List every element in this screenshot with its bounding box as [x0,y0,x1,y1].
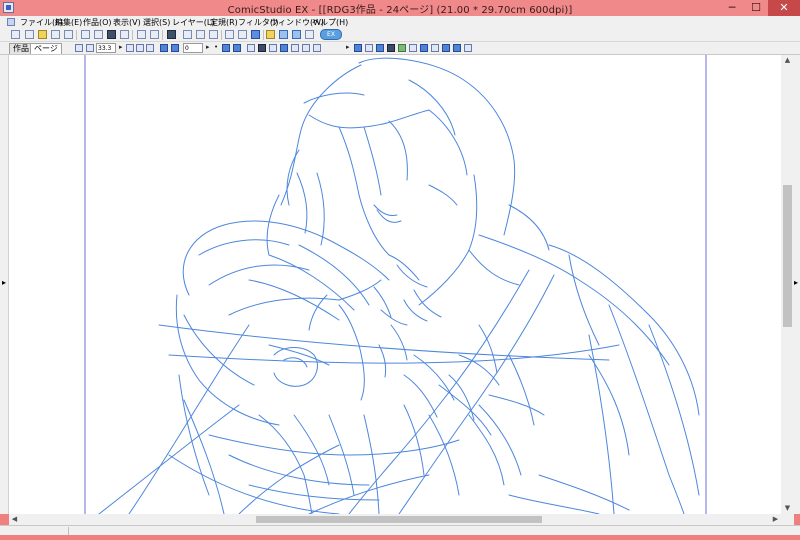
menu-bar: ファイル(F) 編集(E) 作品(O) 表示(V) 選択(S) レイヤー(L) … [0,16,800,28]
ruler-icon[interactable] [238,30,247,39]
spread-view-icon[interactable] [196,30,205,39]
menu-layer[interactable]: レイヤー(L) [172,17,214,28]
minimize-button[interactable]: ─ [720,0,744,16]
angle-step-icon[interactable]: • [214,43,218,51]
snap-icon[interactable] [313,44,321,52]
ex-badge[interactable]: EX [320,29,342,40]
maximize-button[interactable]: ☐ [744,0,768,16]
window-title: ComicStudio EX - [[RDG3作品 - 24ページ] (21.0… [227,5,573,16]
scroll-left-icon[interactable]: ◀ [9,514,20,525]
pencil-tool-icon[interactable] [398,44,406,52]
menu-edit[interactable]: 編集(E) [55,17,82,28]
menu-select[interactable]: 選択(S) [143,17,170,28]
rotate-right-icon[interactable] [171,44,179,52]
zoom-out-icon[interactable] [136,44,144,52]
panel-toggle-icon[interactable] [464,44,472,52]
table-tool-icon[interactable] [453,44,461,52]
guide-icon[interactable] [280,44,288,52]
tab-page[interactable]: ページ✕ [30,43,62,63]
pattern-tool-icon[interactable] [442,44,450,52]
scroll-down-icon[interactable]: ▼ [781,503,794,514]
tab-sakuhin-label: 作品 [13,44,29,53]
gradient-tool-icon[interactable] [431,44,439,52]
undo-icon[interactable] [137,30,146,39]
save-icon[interactable] [51,30,60,39]
print-icon[interactable] [167,30,176,39]
status-bar [0,525,800,540]
angle-input[interactable]: 0 [183,43,203,53]
window-layout-2-icon[interactable] [292,30,301,39]
new-file-icon[interactable] [11,30,20,39]
flip-vertical-icon[interactable] [233,44,241,52]
scroll-right-icon[interactable]: ▶ [770,514,781,525]
rotate-left-icon[interactable] [160,44,168,52]
vertical-scrollbar[interactable]: ▲ ▼ [781,55,794,514]
new-page-icon[interactable] [25,30,34,39]
status-cell [8,527,69,535]
actual-size-icon[interactable] [146,44,154,52]
close-button[interactable]: ✕ [768,0,800,16]
tone-tool-icon[interactable] [420,44,428,52]
flip-horizontal-icon[interactable] [222,44,230,52]
tab-page-label: ページ [34,44,58,53]
zoom-in-icon[interactable] [126,44,134,52]
ruler-tool-icon[interactable] [365,44,373,52]
vertical-scroll-thumb[interactable] [783,185,792,327]
expand-right-icon[interactable]: ▸ [794,278,798,287]
zoom-input[interactable]: 33.3 [96,43,116,53]
color-palette-icon[interactable] [251,30,260,39]
menu-view[interactable]: 表示(V) [113,17,141,28]
cut-icon[interactable] [81,30,90,39]
page-view-icon[interactable] [183,30,192,39]
save-as-icon[interactable] [64,30,73,39]
expand-left-icon[interactable]: ▸ [2,278,6,287]
sketch-artwork [84,55,707,514]
window-layout-3-icon[interactable] [305,30,314,39]
transparency-icon[interactable] [302,44,310,52]
main-toolbar [0,28,800,42]
fill-tool-icon[interactable] [387,44,395,52]
left-panel-rail[interactable]: ▸ [0,55,9,514]
copy-icon[interactable] [94,30,103,39]
title-bar: ComicStudio EX - [[RDG3作品 - 24ページ] (21.0… [0,0,800,16]
sketch-lines [98,57,700,514]
menu-ruler[interactable]: 定規(R) [210,17,238,28]
status-bar-inner [0,525,800,535]
pen-tool-icon[interactable] [354,44,362,52]
horizontal-scrollbar[interactable]: ◀ ▶ [9,514,781,525]
menu-work[interactable]: 作品(O) [83,17,112,28]
drawing-canvas[interactable] [9,55,781,514]
scroll-corner [781,514,794,525]
tools-dropdown-icon[interactable]: ▸ [346,43,350,51]
reset-view-icon[interactable] [258,44,266,52]
open-folder-icon[interactable] [38,30,47,39]
fit-page-icon[interactable] [86,44,94,52]
document-icon[interactable] [7,18,15,26]
angle-dropdown-icon[interactable]: ▸ [206,43,210,51]
delete-icon[interactable] [120,30,129,39]
eraser-tool-icon[interactable] [409,44,417,52]
bleed-icon[interactable] [269,44,277,52]
brush-tool-icon[interactable] [376,44,384,52]
frame-border-icon[interactable] [247,44,255,52]
right-panel-rail[interactable]: ▸ [794,55,800,514]
grid-toggle-icon[interactable] [291,44,299,52]
navigator-icon[interactable] [75,44,83,52]
scroll-up-icon[interactable]: ▲ [781,55,794,66]
story-view-icon[interactable] [209,30,218,39]
paste-icon[interactable] [107,30,116,39]
menu-help[interactable]: ヘルプ(H) [312,17,348,28]
redo-icon[interactable] [150,30,159,39]
layer-icon[interactable] [266,30,275,39]
horizontal-scroll-thumb[interactable] [256,516,542,523]
zoom-dropdown-icon[interactable]: ▸ [119,43,123,51]
window-layout-1-icon[interactable] [279,30,288,39]
grid-icon[interactable] [225,30,234,39]
